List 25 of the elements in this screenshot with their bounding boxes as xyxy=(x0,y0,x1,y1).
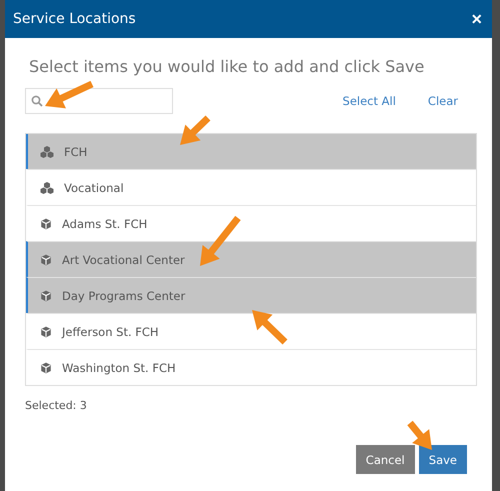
search-icon xyxy=(31,95,43,107)
instruction-text: Select items you would like to add and click Save xyxy=(28,57,426,76)
text-link[interactable]: Select All xyxy=(342,94,396,108)
list-item[interactable]: Day Programs Center xyxy=(26,277,476,313)
text-link[interactable]: Clear xyxy=(428,94,458,108)
annotation-arrow xyxy=(180,115,210,145)
annotation-arrow xyxy=(200,216,241,266)
cube-icon xyxy=(40,218,52,230)
cubes-icon xyxy=(40,146,54,158)
close-button[interactable]: × xyxy=(471,8,482,30)
selected-count: Selected: 3 xyxy=(25,399,88,412)
annotation-arrow xyxy=(252,310,288,345)
list-item[interactable]: FCH xyxy=(26,134,476,169)
annotation-arrow xyxy=(407,420,432,450)
dialog-title: Service Locations xyxy=(13,11,136,27)
search-field[interactable] xyxy=(25,88,173,114)
annotation-arrow xyxy=(45,80,94,108)
cubes-icon xyxy=(40,182,54,194)
cancel-button[interactable]: Cancel xyxy=(356,445,415,474)
save-button[interactable]: Save xyxy=(418,445,467,474)
cube-icon xyxy=(40,254,52,266)
list-item[interactable]: Art Vocational Center xyxy=(26,241,476,277)
cube-icon xyxy=(40,290,52,302)
cube-icon xyxy=(40,326,52,338)
cube-icon xyxy=(40,362,52,374)
